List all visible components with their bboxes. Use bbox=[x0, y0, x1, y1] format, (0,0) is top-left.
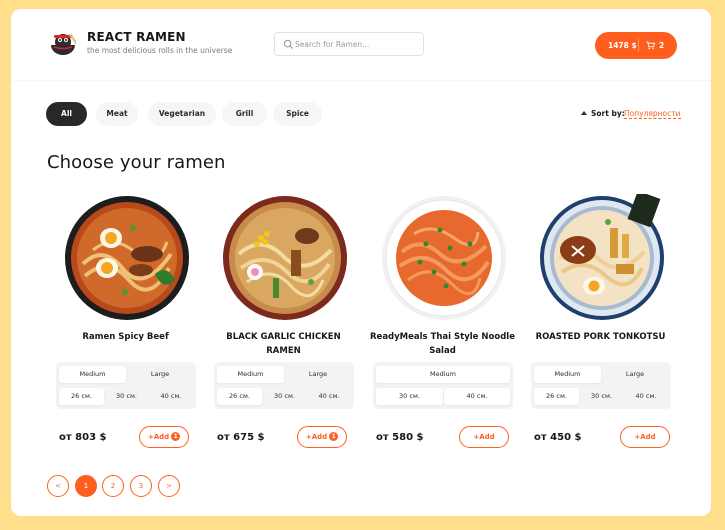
search-box[interactable] bbox=[274, 32, 424, 56]
sort-label: Sort by: bbox=[591, 109, 625, 118]
type-option-medium[interactable]: Medium bbox=[59, 366, 126, 383]
sort-arrow-icon bbox=[581, 111, 587, 115]
app-window: REACT RAMEN the most delicious rolls in … bbox=[11, 9, 711, 516]
black-garlic-chicken-ramen-image bbox=[223, 196, 347, 320]
ramen-bowl-logo-icon bbox=[51, 33, 77, 55]
size-option-26[interactable]: 26 см. bbox=[217, 388, 262, 405]
variant-selector: Medium 30 см. 40 см. bbox=[373, 362, 513, 409]
pork-tonkotsu-ramen-image bbox=[540, 194, 664, 320]
variant-selector: Medium Large 26 см. 30 см. 40 см. bbox=[56, 362, 196, 409]
size-option-26[interactable]: 26 см. bbox=[534, 388, 579, 405]
type-option-large[interactable]: Large bbox=[285, 366, 351, 383]
cart-divider bbox=[638, 39, 639, 52]
type-option-medium[interactable]: Medium bbox=[534, 366, 601, 383]
add-label: Add bbox=[479, 433, 495, 441]
size-option-30[interactable]: 30 см. bbox=[579, 388, 624, 405]
spicy-beef-ramen-image bbox=[65, 196, 189, 320]
search-icon bbox=[283, 39, 294, 50]
size-option-26[interactable]: 26 см. bbox=[59, 388, 104, 405]
category-grill[interactable]: Grill bbox=[222, 102, 267, 126]
product-name: Ramen Spicy Beef bbox=[82, 332, 169, 342]
section-title: Choose your ramen bbox=[47, 152, 226, 173]
category-meat[interactable]: Meat bbox=[96, 102, 138, 126]
header: REACT RAMEN the most delicious rolls in … bbox=[11, 9, 711, 81]
category-vegetarian[interactable]: Vegetarian bbox=[148, 102, 216, 126]
size-option-30[interactable]: 30 см. bbox=[104, 388, 149, 405]
variant-selector: Medium Large 26 см. 30 см. 40 см. bbox=[214, 362, 354, 409]
add-count-badge: 1 bbox=[171, 432, 181, 441]
type-option-large[interactable]: Large bbox=[127, 366, 193, 383]
add-label: Add bbox=[153, 433, 170, 441]
pagination-page-1[interactable]: 1 bbox=[75, 475, 97, 497]
product-price: от 675 $ bbox=[217, 432, 265, 443]
brand-subtitle: the most delicious rolls in the universe bbox=[87, 46, 233, 55]
size-option-40[interactable]: 40 см. bbox=[149, 388, 193, 405]
product-card: BLACK GARLIC CHICKEN RAMEN Medium Large … bbox=[211, 194, 356, 448]
add-to-cart-button[interactable]: +Add 1 bbox=[297, 426, 347, 448]
pagination-page-2[interactable]: 2 bbox=[102, 475, 124, 497]
pagination-prev-button[interactable]: < bbox=[47, 475, 69, 497]
search-input[interactable] bbox=[295, 36, 419, 53]
type-option-medium[interactable]: Medium bbox=[376, 366, 510, 383]
size-option-40[interactable]: 40 см. bbox=[307, 388, 351, 405]
category-spice[interactable]: Spice bbox=[273, 102, 322, 126]
type-option-medium[interactable]: Medium bbox=[217, 366, 284, 383]
product-price: от 803 $ bbox=[59, 432, 107, 443]
sort-dropdown[interactable]: Популярности bbox=[624, 109, 681, 119]
add-label: Add bbox=[311, 433, 328, 441]
cart-button[interactable]: 1478 $ 2 bbox=[595, 32, 677, 59]
pagination-page-3[interactable]: 3 bbox=[130, 475, 152, 497]
category-all[interactable]: All bbox=[46, 102, 87, 126]
product-card: ROASTED PORK TONKOTSU Medium Large 26 см… bbox=[528, 194, 673, 448]
product-card: ReadyMeals Thai Style Noodle Salad Mediu… bbox=[370, 194, 515, 448]
size-option-40[interactable]: 40 см. bbox=[444, 388, 510, 405]
product-name: ROASTED PORK TONKOTSU bbox=[535, 332, 666, 342]
size-option-30[interactable]: 30 см. bbox=[376, 388, 443, 405]
add-label: Add bbox=[640, 433, 656, 441]
type-option-large[interactable]: Large bbox=[602, 366, 668, 383]
pagination-next-button[interactable]: > bbox=[158, 475, 180, 497]
thai-noodle-salad-image bbox=[382, 196, 506, 320]
cart-count: 2 bbox=[659, 41, 665, 50]
product-price: от 580 $ bbox=[376, 432, 424, 443]
product-name: ReadyMeals Thai Style Noodle Salad bbox=[370, 332, 515, 356]
cart-total: 1478 $ bbox=[608, 41, 637, 50]
size-option-30[interactable]: 30 см. bbox=[262, 388, 307, 405]
size-option-40[interactable]: 40 см. bbox=[624, 388, 668, 405]
product-price: от 450 $ bbox=[534, 432, 582, 443]
product-name: BLACK GARLIC CHICKEN RAMEN bbox=[226, 332, 341, 356]
add-count-badge: 1 bbox=[329, 432, 339, 441]
cart-icon bbox=[646, 41, 655, 50]
product-card: Ramen Spicy Beef Medium Large 26 см. 30 … bbox=[53, 194, 198, 448]
add-to-cart-button[interactable]: +Add 1 bbox=[139, 426, 189, 448]
add-to-cart-button[interactable]: +Add bbox=[459, 426, 509, 448]
add-to-cart-button[interactable]: +Add bbox=[620, 426, 670, 448]
variant-selector: Medium Large 26 см. 30 см. 40 см. bbox=[531, 362, 671, 409]
brand-title: REACT RAMEN bbox=[87, 30, 186, 44]
